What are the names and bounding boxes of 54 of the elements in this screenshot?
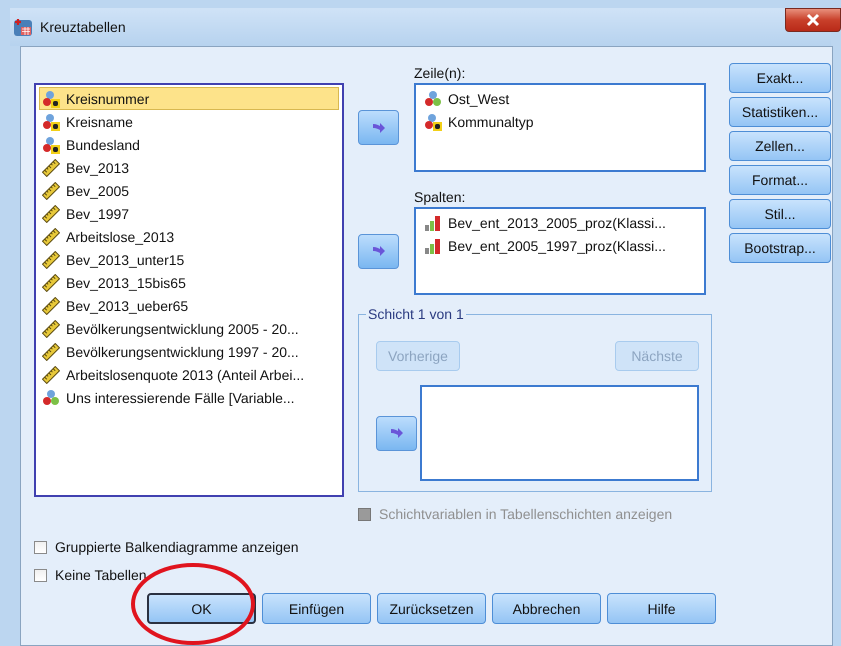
nominal-icon (424, 90, 442, 108)
bar-chart-icon (424, 236, 442, 254)
options-button[interactable]: Format... (729, 165, 831, 195)
nominal-text-icon (42, 90, 60, 108)
variable-item[interactable]: Bev_2013 (39, 156, 339, 179)
checkbox[interactable] (34, 568, 47, 582)
options-button[interactable]: Statistiken... (729, 97, 831, 127)
dialog-button[interactable]: OK (147, 593, 256, 624)
columns-label: Spalten: (414, 188, 466, 207)
variable-item[interactable]: Kreisname (39, 110, 339, 133)
variable-item[interactable]: Bev_2005 (39, 179, 339, 202)
dialog-button[interactable]: Einfügen (262, 593, 371, 624)
variable-item[interactable]: Bev_2013_15bis65 (39, 271, 339, 294)
variable-item[interactable]: Kreisnummer (39, 87, 339, 110)
variable-item[interactable]: Uns interessierende Fälle [Variable... (39, 386, 339, 409)
checkbox-label: Schichtvariablen in Tabellenschichten anzeigen (379, 506, 672, 522)
dialog-button[interactable]: Abbrechen (492, 593, 601, 624)
options-button[interactable]: Stil... (729, 199, 831, 229)
crosstab-icon (12, 16, 34, 38)
move-button[interactable] (358, 110, 399, 145)
variable-item[interactable]: Bev_1997 (39, 202, 339, 225)
arrow-icon (388, 425, 404, 441)
variable-item[interactable]: Bevölkerungsentwicklung 2005 - 20... (39, 317, 339, 340)
variable-item[interactable]: Kommunaltyp (421, 110, 699, 133)
variable-item[interactable]: Ost_West (421, 87, 699, 110)
nominal-text-icon (424, 112, 442, 130)
rows-label: Zeile(n): (414, 64, 466, 83)
close-button[interactable] (785, 8, 841, 32)
nominal-text-icon (42, 112, 60, 130)
nominal-text-icon (42, 136, 60, 154)
checkbox[interactable] (34, 540, 47, 554)
variable-item[interactable]: Bev_2013_unter15 (39, 248, 339, 271)
variable-item[interactable]: Arbeitslosenquote 2013 (Anteil Arbei... (39, 363, 339, 386)
move-button[interactable] (358, 234, 399, 268)
variable-item[interactable]: Bundesland (39, 133, 339, 156)
dialog-button[interactable]: Hilfe (607, 593, 716, 624)
close-icon (805, 13, 821, 27)
checkbox-label: Keine Tabellen (55, 567, 147, 583)
options-button[interactable]: Zellen... (729, 131, 831, 161)
bar-chart-icon (424, 214, 442, 232)
options-button[interactable]: Bootstrap... (729, 233, 831, 263)
variable-item[interactable]: Arbeitslose_2013 (39, 225, 339, 248)
window-title: Kreuztabellen (40, 19, 126, 35)
variable-item[interactable]: Bev_ent_2005_1997_proz(Klassi... (421, 234, 699, 257)
variable-item[interactable]: Bev_2013_ueber65 (39, 294, 339, 317)
variable-item[interactable]: Bevölkerungsentwicklung 1997 - 20... (39, 340, 339, 363)
arrow-icon (370, 243, 386, 259)
dialog-button[interactable]: Zurücksetzen (377, 593, 486, 624)
nominal-icon (42, 388, 60, 406)
checkbox-label: Gruppierte Balkendiagramme anzeigen (55, 539, 299, 555)
group-title: Schicht 1 von 1 (366, 306, 466, 322)
variable-item[interactable]: Bev_ent_2013_2005_proz(Klassi... (421, 211, 699, 234)
options-button[interactable]: Exakt... (729, 63, 831, 93)
move-button[interactable] (376, 416, 417, 450)
